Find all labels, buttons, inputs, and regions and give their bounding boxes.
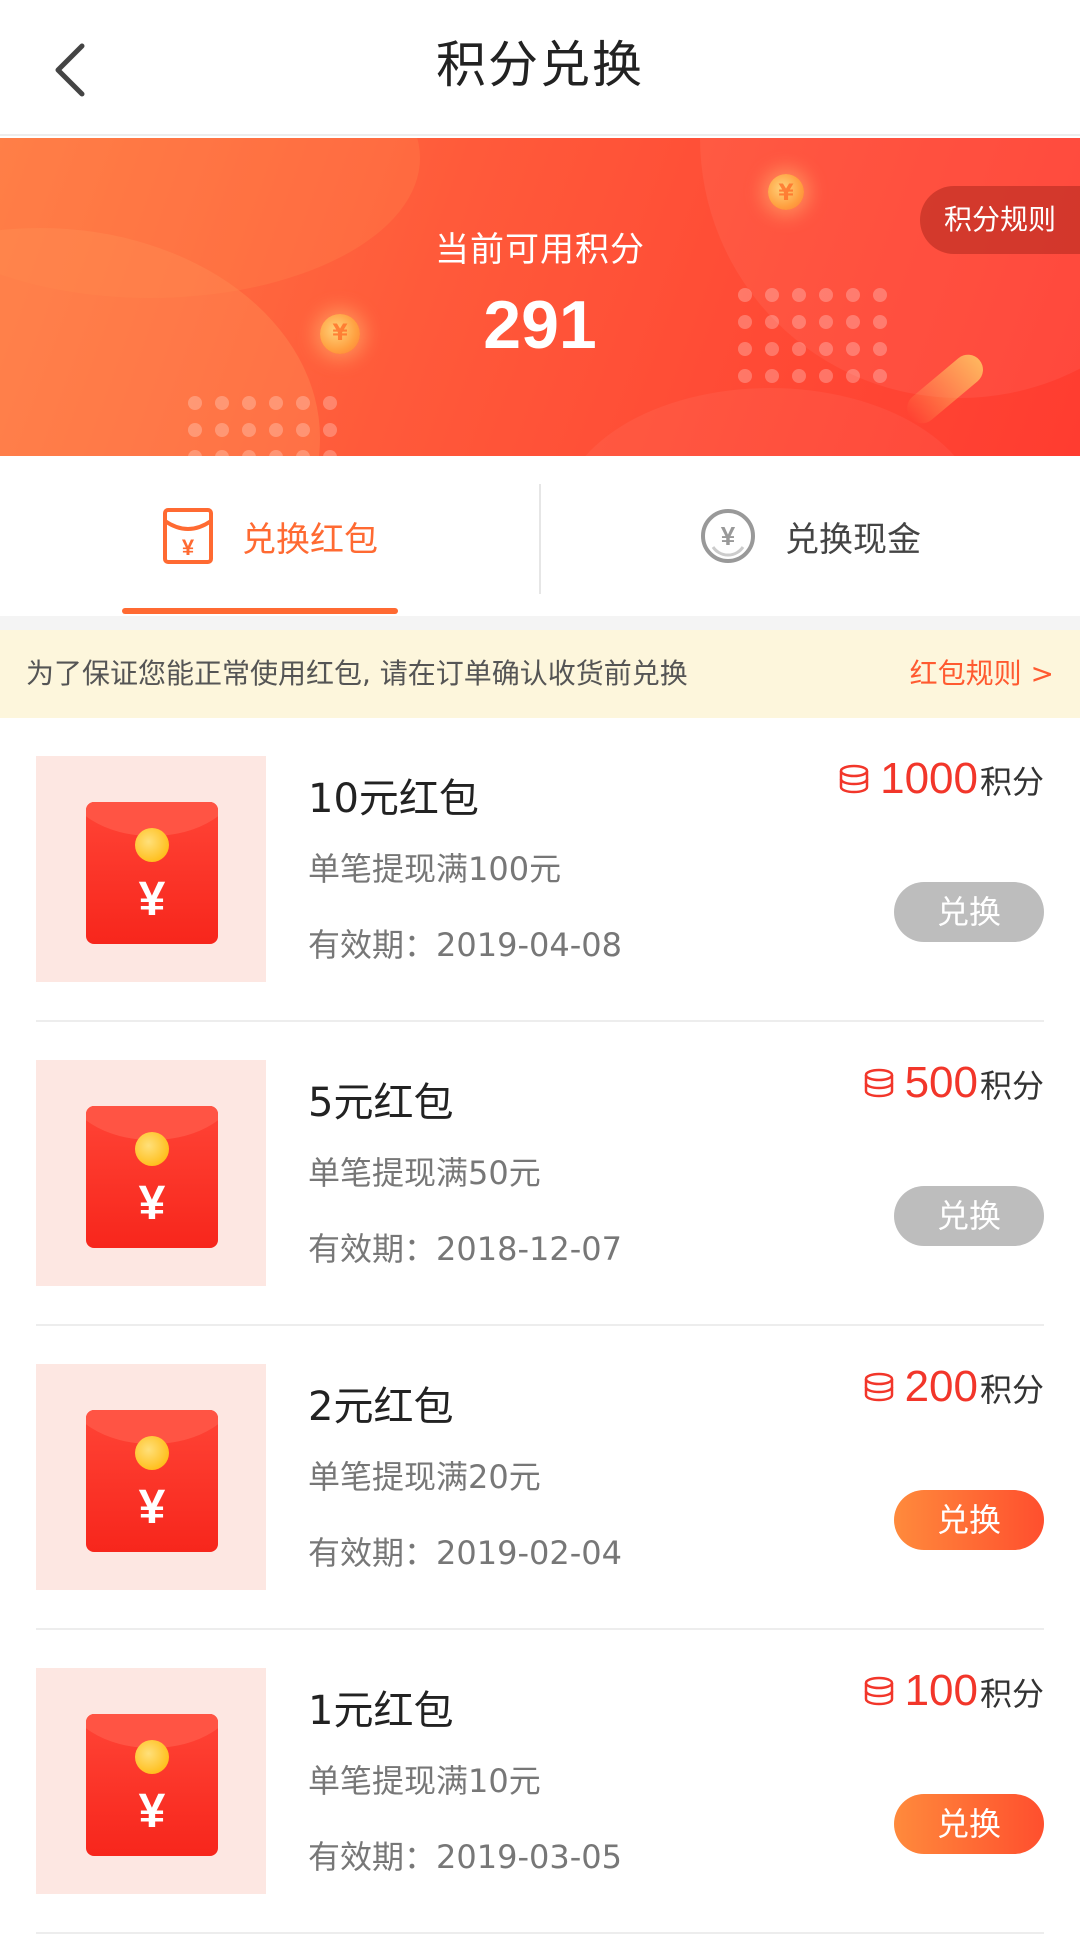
item-validity: 有效期：2019-03-05 [308,1838,622,1876]
red-envelope-image: ¥ [36,1364,266,1590]
item-condition: 单笔提现满10元 [308,1762,541,1800]
dot-pattern [188,396,337,456]
tab-redeem-red-envelope[interactable]: ¥ 兑换红包 [0,456,540,616]
item-points: 100 积分 [861,1666,1044,1716]
points-value: 100 [904,1666,978,1715]
item-name: 10元红包 [308,776,479,822]
redeem-button[interactable]: 兑换 [894,1794,1044,1854]
svg-text:¥: ¥ [182,535,195,560]
item-validity: 有效期：2019-02-04 [308,1534,622,1572]
red-envelope-icon: ¥ [86,1714,218,1856]
points-value: 500 [904,1058,978,1107]
points-banner: 积分规则 当前可用积分 291 [0,138,1080,456]
coins-icon [864,1676,893,1706]
tab-label: 兑换现金 [785,519,921,560]
points-unit: 积分 [979,1067,1044,1105]
coin-icon [768,174,804,210]
item-condition: 单笔提现满50元 [308,1154,541,1192]
svg-text:¥: ¥ [721,521,736,551]
item-name: 1元红包 [308,1688,454,1734]
coins-icon [864,1372,893,1402]
section-divider [0,616,1080,630]
red-envelope-icon: ¥ [86,1106,218,1248]
available-points-label: 当前可用积分 [435,230,645,270]
tab-redeem-cash[interactable]: ¥ 兑换现金 [540,456,1080,616]
red-envelope-image: ¥ [36,1668,266,1894]
item-condition: 单笔提现满100元 [308,850,562,888]
points-value: 1000 [880,754,978,803]
item-name: 5元红包 [308,1080,454,1126]
exchange-tabs: ¥ 兑换红包 ¥ 兑换现金 [0,456,1080,616]
points-unit: 积分 [979,763,1044,801]
coins-icon [864,1068,893,1098]
banner-decoration [0,138,420,298]
item-points: 1000 积分 [836,754,1044,804]
item-name: 2元红包 [308,1384,454,1430]
notice-text: 为了保证您能正常使用红包, 请在订单确认收货前兑换 [26,657,688,690]
redeem-button[interactable]: 兑换 [894,1490,1044,1550]
red-envelope-list: ¥ 10元红包 单笔提现满100元 有效期：2019-04-08 1000 积分… [0,718,1080,1934]
red-envelope-image: ¥ [36,1060,266,1286]
notice-bar: 为了保证您能正常使用红包, 请在订单确认收货前兑换 红包规则 > [0,630,1080,718]
list-item: ¥ 5元红包 单笔提现满50元 有效期：2018-12-07 500 积分 兑换 [36,1022,1044,1326]
redeem-button[interactable]: 兑换 [894,882,1044,942]
red-envelope-icon: ¥ [86,802,218,944]
available-points-value: 291 [483,287,597,363]
item-condition: 单笔提现满20元 [308,1458,541,1496]
red-envelope-rules-link[interactable]: 红包规则 > [910,630,1054,718]
redeem-button[interactable]: 兑换 [894,1186,1044,1246]
active-tab-indicator [122,608,398,614]
red-envelope-icon: ¥ [163,508,213,564]
list-item: ¥ 2元红包 单笔提现满20元 有效期：2019-02-04 200 积分 兑换 [36,1326,1044,1630]
list-item: ¥ 1元红包 单笔提现满10元 有效期：2019-03-05 100 积分 兑换 [36,1630,1044,1934]
list-item: ¥ 10元红包 单笔提现满100元 有效期：2019-04-08 1000 积分… [36,718,1044,1022]
yen-circle-icon: ¥ [701,509,755,563]
red-envelope-icon: ¥ [86,1410,218,1552]
points-value: 200 [904,1362,978,1411]
coins-icon [839,764,869,794]
tab-label: 兑换红包 [242,519,378,560]
item-validity: 有效期：2019-04-08 [308,926,622,964]
page-title: 积分兑换 [436,36,644,94]
item-points: 200 积分 [861,1362,1044,1412]
red-envelope-image: ¥ [36,756,266,982]
item-points: 500 积分 [861,1058,1044,1108]
points-unit: 积分 [979,1371,1044,1409]
app-header: 积分兑换 [0,0,1080,136]
item-validity: 有效期：2018-12-07 [308,1230,622,1268]
points-unit: 积分 [979,1675,1044,1713]
